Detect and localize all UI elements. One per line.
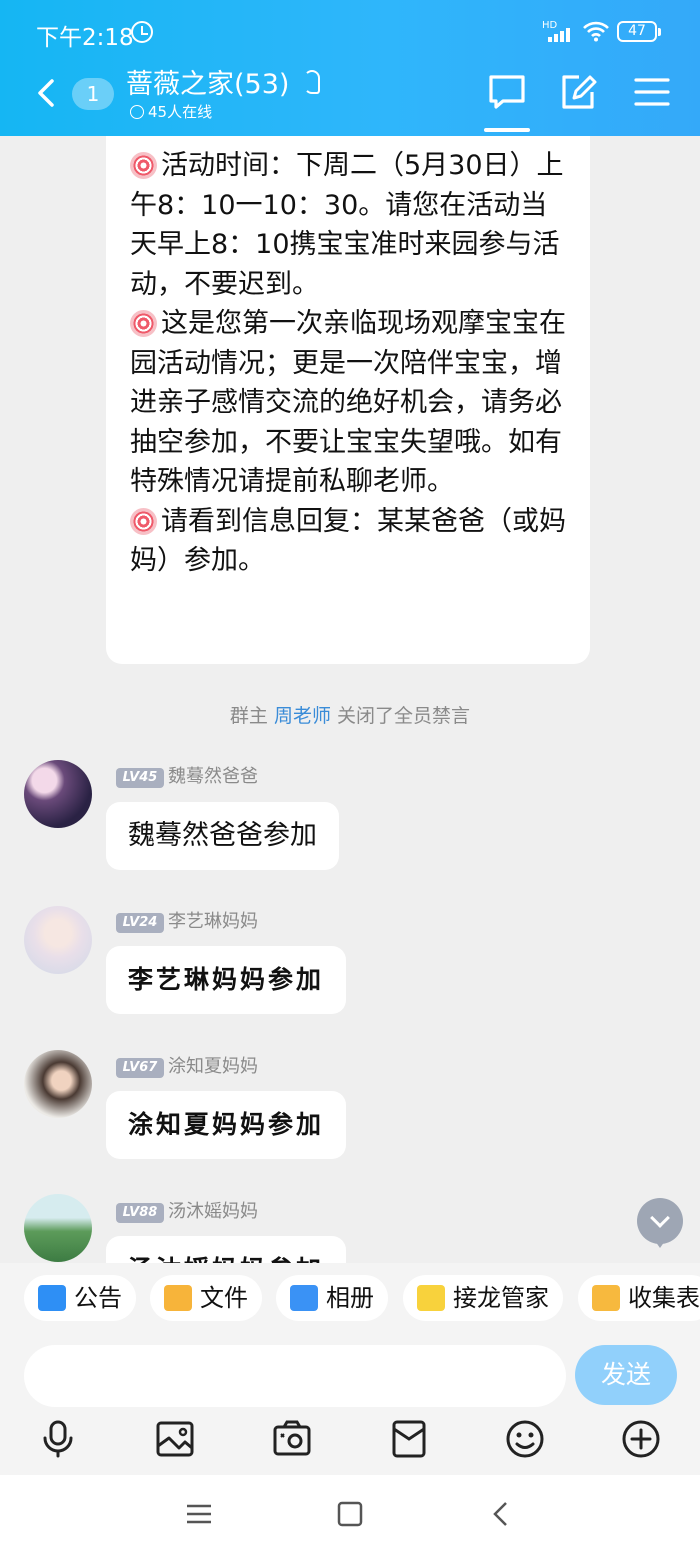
message-input[interactable] <box>24 1345 566 1407</box>
red-packet-icon[interactable] <box>389 1419 429 1459</box>
online-count: 45人在线 <box>130 101 212 122</box>
sender-name[interactable]: 汤沐媱妈妈 <box>168 1201 258 1222</box>
sender-line: LV45 魏蓦然爸爸 <box>116 762 258 788</box>
back-arrow-icon[interactable] <box>34 78 60 108</box>
level-badge: LV88 <box>116 1203 164 1223</box>
alarm-icon <box>131 21 153 43</box>
quick-files-button[interactable]: 文件 <box>150 1275 262 1321</box>
level-badge: LV45 <box>116 768 164 788</box>
avatar[interactable] <box>24 1194 92 1262</box>
edit-icon[interactable] <box>559 72 599 112</box>
avatar[interactable] <box>24 760 92 828</box>
sender-line: LV88 汤沐媱妈妈 <box>116 1197 258 1223</box>
image-icon[interactable] <box>155 1419 195 1459</box>
chat-tab-icon[interactable] <box>487 72 527 112</box>
quick-album-button[interactable]: 相册 <box>276 1275 388 1321</box>
announcement-line: 活动时间：下周二（5月30日）上午8：10一10：30。请您在活动当天早上8：1… <box>130 150 564 300</box>
sender-name[interactable]: 涂知夏妈妈 <box>168 1056 258 1077</box>
group-title[interactable]: 蔷薇之家(53) <box>126 62 289 101</box>
level-badge: LV24 <box>116 913 164 933</box>
back-icon[interactable] <box>487 1499 517 1529</box>
battery-icon: 47 <box>617 21 661 42</box>
status-time: 下午2:18 <box>36 25 134 51</box>
plus-icon[interactable] <box>621 1419 661 1459</box>
avatar[interactable] <box>24 906 92 974</box>
signal-icon <box>548 26 574 42</box>
send-button[interactable]: 发送 <box>575 1345 677 1405</box>
album-icon <box>290 1285 318 1311</box>
sender-name[interactable]: 魏蓦然爸爸 <box>168 766 258 787</box>
quick-relay-button[interactable]: 接龙管家 <box>403 1275 563 1321</box>
announcement-bubble: 活动时间：下周二（5月30日）上午8：10一10：30。请您在活动当天早上8：1… <box>106 136 590 664</box>
menu-icon[interactable] <box>632 72 672 112</box>
sender-line: LV67 涂知夏妈妈 <box>116 1052 258 1078</box>
relay-icon <box>417 1285 445 1311</box>
wifi-icon <box>583 21 609 42</box>
input-bar: 发送 <box>0 1333 700 1475</box>
online-text: 45人在线 <box>148 103 213 121</box>
camera-icon[interactable] <box>272 1419 312 1459</box>
sender-name[interactable]: 李艺琳妈妈 <box>168 911 258 932</box>
form-icon <box>592 1285 620 1311</box>
announcement-line: 请看到信息回复：某某爸爸（或妈妈）参加。 <box>130 505 566 576</box>
system-notice: 群主 周老师 关闭了全员禁言 <box>229 705 471 727</box>
quick-announcement-button[interactable]: 公告 <box>24 1275 136 1321</box>
owner-link[interactable]: 周老师 <box>274 705 331 727</box>
message-bubble[interactable]: 汤沐媱妈妈参加 <box>106 1236 347 1263</box>
announcement-icon <box>38 1285 66 1311</box>
quick-actions-bar[interactable]: 公告 文件 相册 接龙管家 收集表 <box>0 1263 700 1333</box>
online-icon <box>130 105 144 119</box>
lollipop-icon <box>130 310 157 337</box>
system-nav-bar <box>0 1475 700 1555</box>
sender-line: LV24 李艺琳妈妈 <box>116 907 258 933</box>
folder-icon <box>164 1285 192 1311</box>
active-tab-indicator <box>484 128 530 132</box>
quick-form-button[interactable]: 收集表 <box>578 1275 700 1321</box>
unread-badge[interactable]: 1 <box>72 78 114 110</box>
lollipop-icon <box>130 507 157 535</box>
announcement-line: 这是您第一次亲临现场观摩宝宝在园活动情况；更是一次陪伴宝宝，增进亲子感情交流的绝… <box>130 308 566 497</box>
recent-apps-icon[interactable] <box>184 1499 214 1529</box>
earpiece-icon <box>304 70 320 94</box>
status-bar: 下午2:18 HD 47 <box>0 0 700 62</box>
microphone-icon[interactable] <box>38 1419 78 1459</box>
scroll-to-bottom-button[interactable] <box>637 1198 683 1248</box>
home-icon[interactable] <box>335 1499 365 1529</box>
lollipop-icon <box>130 152 157 179</box>
chat-area[interactable]: 活动时间：下周二（5月30日）上午8：10一10：30。请您在活动当天早上8：1… <box>0 136 700 1263</box>
message-bubble[interactable]: 李艺琳妈妈参加 <box>106 946 347 1014</box>
avatar[interactable] <box>24 1050 92 1118</box>
chat-header: 下午2:18 HD 47 1 蔷薇之家(53) 45人在线 <box>0 0 700 136</box>
level-badge: LV67 <box>116 1058 164 1078</box>
message-bubble[interactable]: 涂知夏妈妈参加 <box>106 1091 347 1159</box>
emoji-icon[interactable] <box>505 1419 545 1459</box>
message-bubble[interactable]: 魏蓦然爸爸参加 <box>106 802 339 870</box>
